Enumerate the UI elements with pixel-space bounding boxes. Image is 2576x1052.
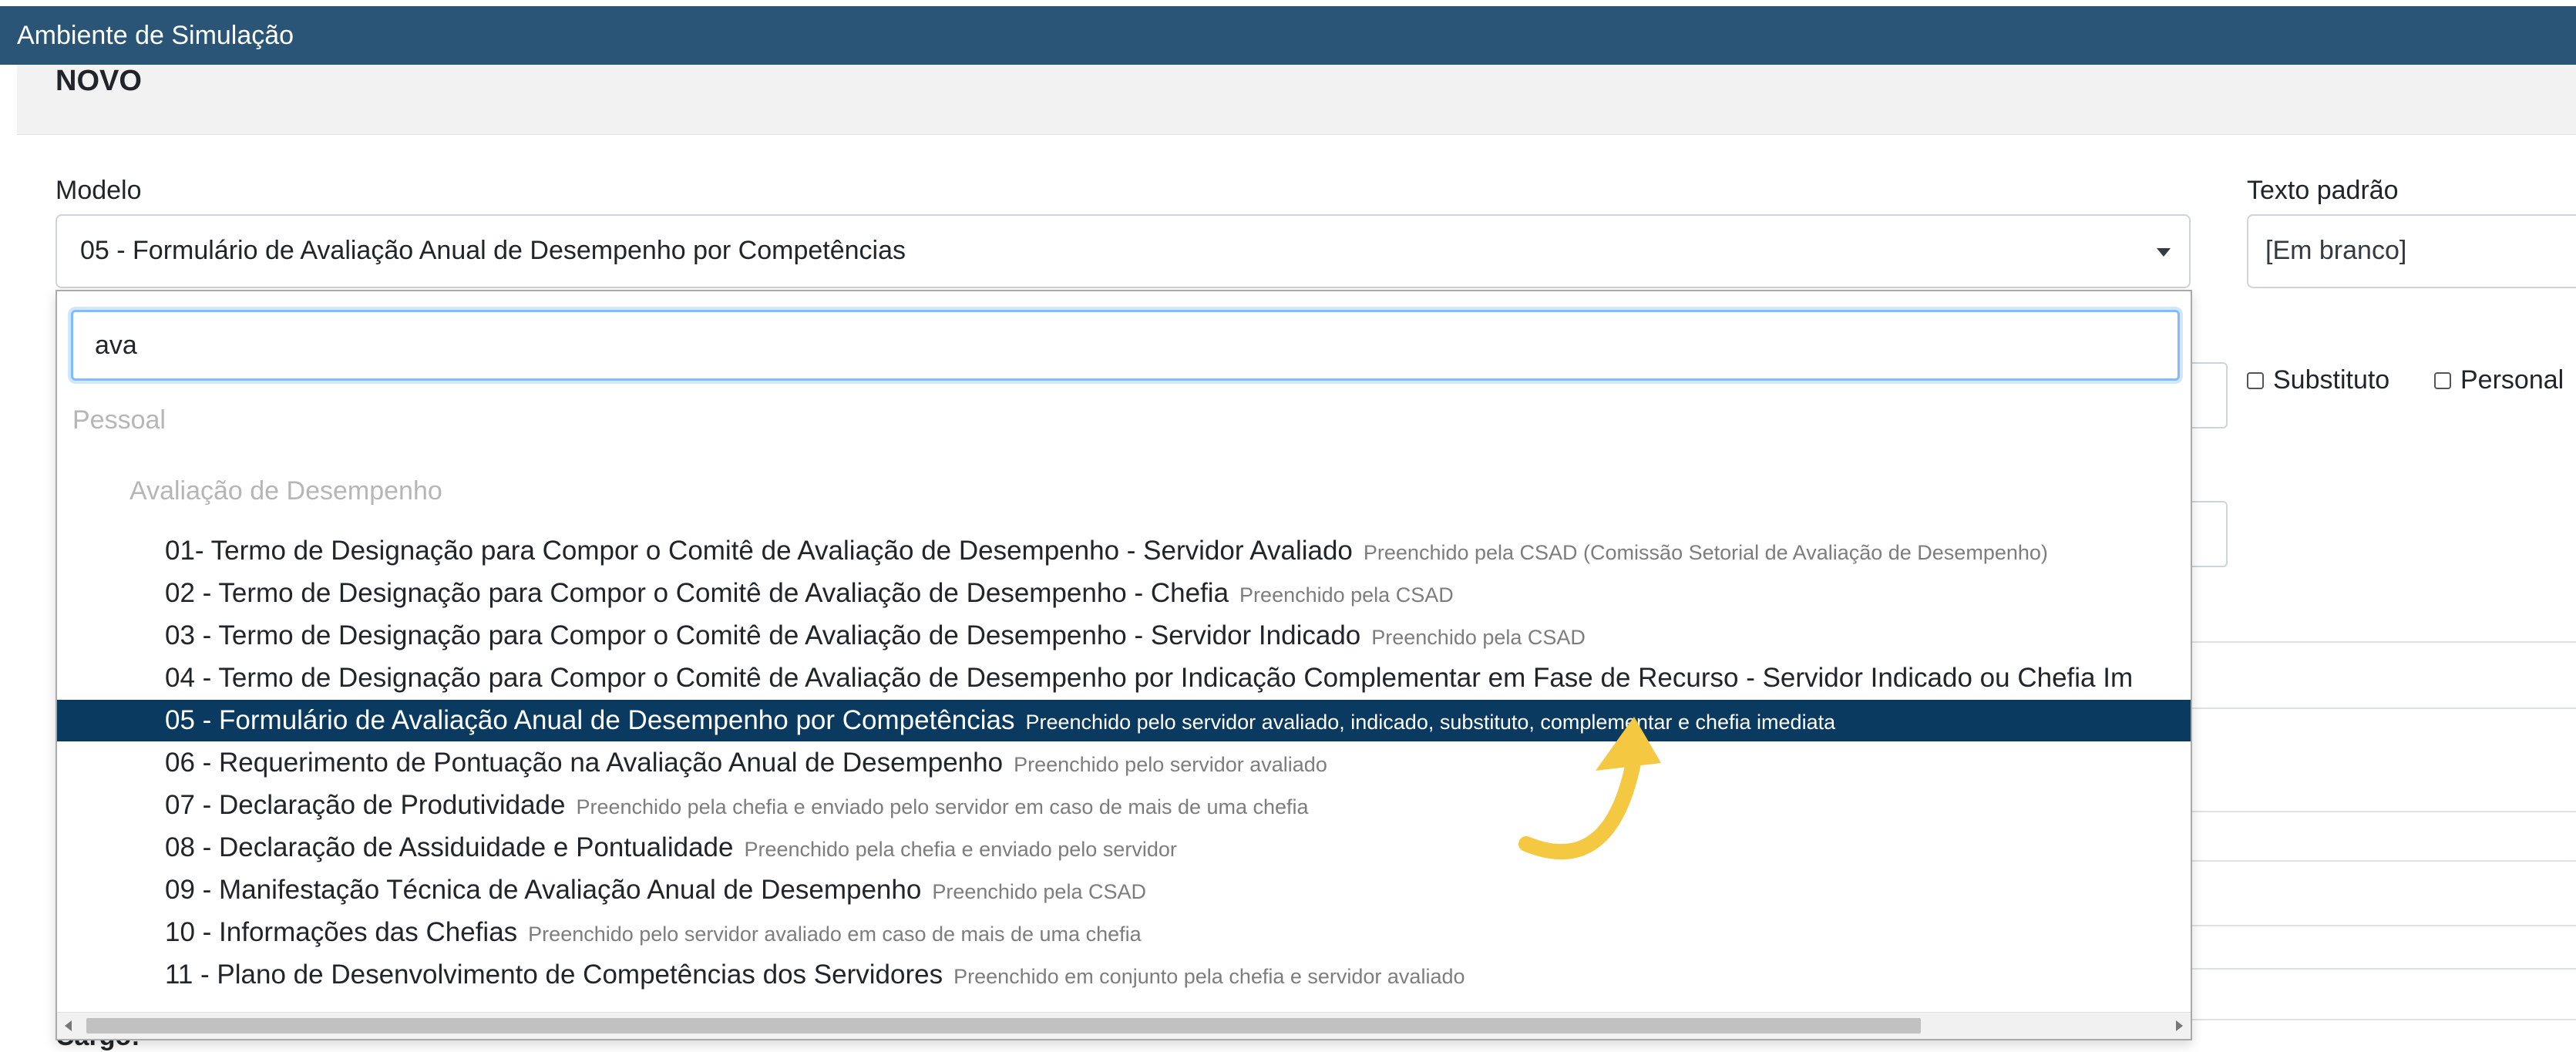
option-note: Preenchido pela chefia e enviado pelo se… (576, 795, 1309, 818)
divider (2191, 641, 2576, 643)
checkbox-personal[interactable]: Personal (2434, 365, 2564, 395)
checkbox-personal-label: Personal (2460, 365, 2564, 395)
horizontal-scrollbar[interactable] (57, 1012, 2191, 1039)
dropdown-search[interactable] (71, 310, 2180, 381)
dropdown-option-selected[interactable]: 05 - Formulário de Avaliação Anual de De… (57, 700, 2191, 741)
curved-arrow-icon (1518, 717, 1661, 859)
modelo-dropdown: Pessoal Avaliação de Desempenho 01- Term… (55, 290, 2192, 1040)
option-note: Preenchido pela CSAD (1371, 626, 1586, 649)
subgroup-label-avaliacao: Avaliação de Desempenho (129, 476, 442, 506)
modelo-select-value: 05 - Formulário de Avaliação Anual de De… (80, 236, 906, 265)
option-label: 05 - Formulário de Avaliação Anual de De… (165, 705, 1015, 735)
divider (2191, 707, 2576, 709)
page-header (17, 65, 2576, 135)
divider (2191, 860, 2576, 862)
texto-padrao-label: Texto padrão (2247, 176, 2399, 205)
dropdown-option[interactable]: 06 - Requerimento de Pontuação na Avalia… (57, 742, 2191, 784)
divider (2191, 925, 2576, 926)
texto-padrao-value: [Em branco] (2265, 236, 2407, 265)
dropdown-option[interactable]: 04 - Termo de Designação para Compor o C… (57, 657, 2191, 699)
divider (2191, 968, 2576, 970)
scroll-left-arrow-icon[interactable] (65, 1020, 72, 1031)
checkbox-box[interactable] (2434, 371, 2451, 389)
option-label: 10 - Informações das Chefias (165, 917, 518, 947)
group-label-pessoal: Pessoal (72, 405, 166, 435)
checkbox-box[interactable] (2247, 371, 2264, 389)
dropdown-option[interactable]: 08 - Declaração de Assiduidade e Pontual… (57, 827, 2191, 869)
dropdown-option[interactable]: 03 - Termo de Designação para Compor o C… (57, 615, 2191, 657)
dropdown-option[interactable]: 11 - Plano de Desenvolvimento de Competê… (57, 954, 2191, 996)
option-label: 04 - Termo de Designação para Compor o C… (165, 663, 2134, 693)
modelo-select[interactable]: 05 - Formulário de Avaliação Anual de De… (55, 214, 2191, 288)
option-label: 09 - Manifestação Técnica de Avaliação A… (165, 875, 922, 905)
dropdown-option[interactable]: 07 - Declaração de Produtividade Preenchi… (57, 785, 2191, 826)
option-note: Preenchido pelo servidor avaliado em cas… (528, 923, 1142, 946)
texto-padrao-select[interactable]: [Em branco] (2247, 214, 2576, 288)
option-note: Preenchido pela CSAD (1239, 583, 1454, 607)
dropdown-option[interactable]: 10 - Informações das Chefias Preenchido p… (57, 912, 2191, 953)
option-label: 01- Termo de Designação para Compor o Co… (165, 536, 1353, 566)
divider (2191, 1019, 2576, 1020)
option-note: Preenchido pela CSAD (932, 880, 1146, 903)
option-label: 06 - Requerimento de Pontuação na Avalia… (165, 748, 1004, 778)
option-label: 08 - Declaração de Assiduidade e Pontual… (165, 832, 734, 862)
dropdown-option[interactable]: 01- Termo de Designação para Compor o Co… (57, 530, 2191, 572)
option-note: Preenchido em conjunto pela chefia e ser… (953, 965, 1465, 988)
app-title-bar: Ambiente de Simulação (0, 6, 2576, 65)
option-note: Preenchido pela chefia e enviado pelo se… (744, 838, 1177, 861)
dropdown-option[interactable]: 09 - Manifestação Técnica de Avaliação A… (57, 869, 2191, 911)
option-label: 07 - Declaração de Produtividade (165, 790, 566, 820)
app-title: Ambiente de Simulação (17, 21, 294, 50)
divider (2191, 811, 2576, 812)
dropdown-option[interactable]: 02 - Termo de Designação para Compor o C… (57, 573, 2191, 614)
option-note: Preenchido pelo servidor avaliado, indic… (1025, 711, 1836, 734)
scroll-right-arrow-icon[interactable] (2176, 1020, 2183, 1031)
option-note: Preenchido pela CSAD (Comissão Setorial … (1363, 541, 2048, 564)
option-label: 03 - Termo de Designação para Compor o C… (165, 620, 1361, 650)
option-label: 02 - Termo de Designação para Compor o C… (165, 578, 1229, 608)
checkbox-substituto[interactable]: Substituto (2247, 365, 2389, 395)
option-label: 11 - Plano de Desenvolvimento de Competê… (165, 960, 943, 990)
page-title: NOVO (55, 65, 142, 97)
modelo-label: Modelo (55, 176, 142, 205)
option-note: Preenchido pelo servidor avaliado (1014, 753, 1327, 776)
dropdown-search-input[interactable] (71, 310, 2180, 381)
scrollbar-thumb[interactable] (86, 1018, 1921, 1034)
chevron-down-icon (2157, 248, 2171, 257)
checkbox-substituto-label: Substituto (2273, 365, 2390, 395)
